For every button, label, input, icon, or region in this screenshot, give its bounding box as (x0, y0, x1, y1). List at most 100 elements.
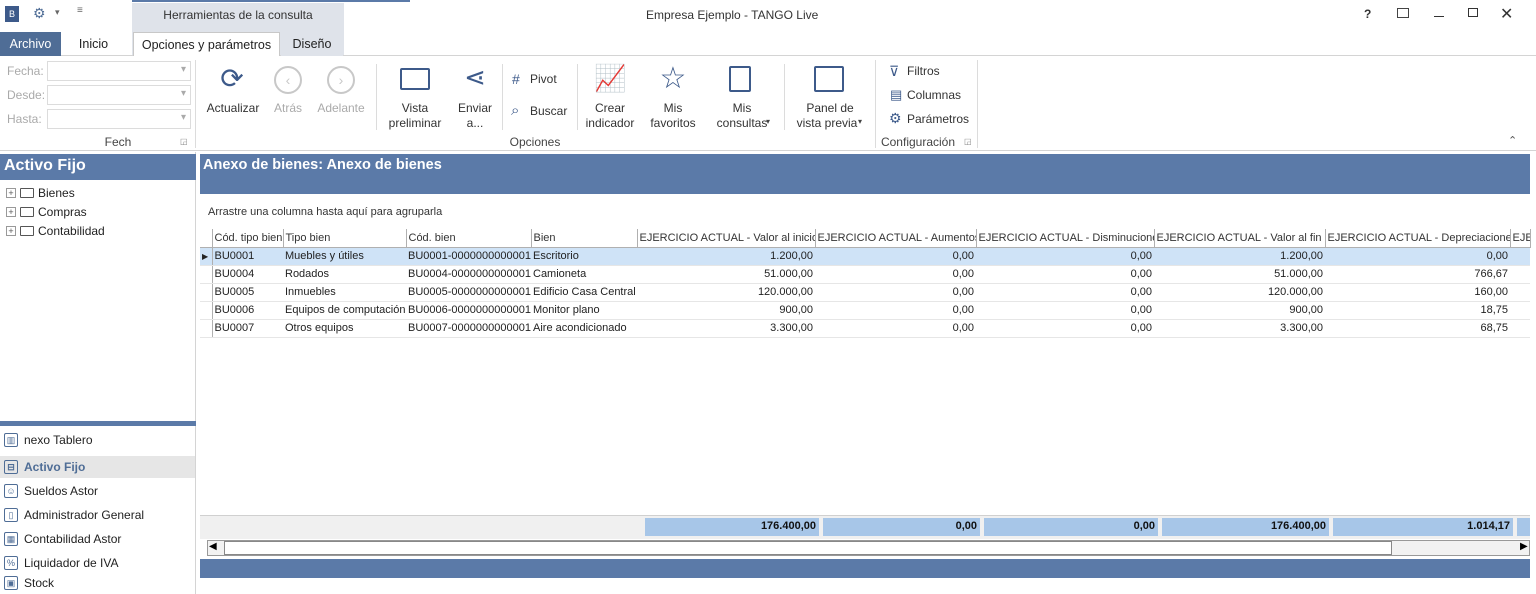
dialog-launcher-icon[interactable]: ◲ (964, 137, 972, 146)
vista-preliminar-line2[interactable]: preliminar (383, 116, 447, 131)
table-cell[interactable]: 120.000,00 (1154, 283, 1325, 302)
table-cell[interactable]: 0,00 (976, 265, 1154, 284)
dropdown-icon[interactable]: ▾ (858, 117, 862, 126)
customize-qat-icon[interactable]: ≡ (77, 5, 83, 16)
table-cell[interactable] (1510, 301, 1530, 320)
table-cell[interactable]: 900,00 (1154, 301, 1325, 320)
table-cell[interactable]: Aire acondicionado (531, 319, 637, 338)
scrollbar-thumb[interactable] (224, 541, 1392, 555)
quick-access-icon[interactable]: ⚙ (33, 5, 46, 22)
table-cell[interactable]: 18,75 (1325, 301, 1510, 320)
table-cell[interactable]: 0,00 (1325, 247, 1510, 266)
desde-combo[interactable] (47, 85, 191, 105)
filtros-button[interactable]: Filtros (907, 64, 940, 78)
expand-icon[interactable]: + (6, 207, 16, 217)
table-cell[interactable]: 3.300,00 (637, 319, 815, 338)
table-cell[interactable] (1510, 265, 1530, 284)
column-header[interactable]: EJERCICIO ACTUAL - Valor al fin (1154, 229, 1326, 248)
scroll-right-icon[interactable]: ▶ (1520, 541, 1528, 552)
minimize-icon[interactable] (1434, 16, 1444, 17)
crear-indicador-line1[interactable]: Crear (585, 101, 635, 116)
adelante-button[interactable]: Adelante (313, 101, 369, 116)
table-cell[interactable]: 0,00 (976, 301, 1154, 320)
vista-preliminar-line1[interactable]: Vista (385, 101, 445, 116)
table-cell[interactable]: BU0004 (212, 265, 283, 284)
table-cell[interactable]: 68,75 (1325, 319, 1510, 338)
dropdown-icon[interactable]: ▾ (55, 7, 60, 18)
enviar-line2[interactable]: a... (455, 116, 495, 131)
nav-item-administrador[interactable]: ▯ Administrador General (4, 504, 194, 526)
mis-consultas-line1[interactable]: Mis (717, 101, 767, 116)
buscar-button[interactable]: Buscar (530, 104, 567, 118)
dropdown-icon[interactable]: ▾ (766, 117, 770, 126)
table-cell[interactable]: Muebles y útiles (283, 247, 406, 266)
table-cell[interactable]: Escritorio (531, 247, 637, 266)
table-cell[interactable]: Rodados (283, 265, 406, 284)
table-cell[interactable]: Inmuebles (283, 283, 406, 302)
table-cell[interactable]: Edificio Casa Central (531, 283, 637, 302)
table-cell[interactable]: 766,67 (1325, 265, 1510, 284)
maximize-icon[interactable] (1468, 8, 1478, 17)
table-cell[interactable]: BU0006 (212, 301, 283, 320)
tab-diseno[interactable]: Diseño (281, 32, 343, 56)
table-cell[interactable]: 0,00 (976, 319, 1154, 338)
dialog-launcher-icon[interactable]: ◲ (180, 137, 188, 146)
table-cell[interactable]: Otros equipos (283, 319, 406, 338)
table-cell[interactable]: 0,00 (815, 265, 976, 284)
table-cell[interactable]: BU0005-0000000000001 (406, 283, 531, 302)
tree-item-contabilidad[interactable]: + Contabilidad (6, 222, 105, 240)
column-header[interactable]: Tipo bien (283, 229, 407, 248)
restore-ribbon-icon[interactable] (1397, 8, 1409, 18)
collapse-ribbon-icon[interactable]: ⌃ (1508, 134, 1517, 147)
mis-favoritos-line2[interactable]: favoritos (643, 116, 703, 131)
tab-archivo[interactable]: Archivo (0, 32, 61, 56)
column-header[interactable]: Cód. bien (406, 229, 532, 248)
table-cell[interactable]: Monitor plano (531, 301, 637, 320)
tab-inicio[interactable]: Inicio (65, 32, 122, 56)
panel-splitter[interactable] (0, 421, 196, 426)
table-cell[interactable] (1510, 247, 1530, 266)
column-header[interactable]: Bien (531, 229, 638, 248)
table-cell[interactable]: Camioneta (531, 265, 637, 284)
nav-item-contabilidad[interactable]: ▦ Contabilidad Astor (4, 528, 194, 550)
panel-vista-previa-line2[interactable]: vista previa (792, 116, 862, 131)
expand-icon[interactable]: + (6, 226, 16, 236)
table-row[interactable]: BU0006 Equipos de computación BU0006-00000… (200, 301, 1530, 320)
table-cell[interactable]: BU0007-0000000000001 (406, 319, 531, 338)
tree-item-compras[interactable]: + Compras (6, 203, 87, 221)
table-cell[interactable] (1510, 283, 1530, 302)
table-cell[interactable]: 0,00 (815, 283, 976, 302)
table-cell[interactable]: Equipos de computación (283, 301, 406, 320)
table-row[interactable]: BU0005 Inmuebles BU0005-0000000000001 Edifi… (200, 283, 1530, 302)
table-cell[interactable]: BU0001-0000000000001 (406, 247, 531, 266)
column-header[interactable]: EJERCICIO ACTUAL - Depreciaciones (1325, 229, 1511, 248)
nav-item-stock[interactable]: ▣ Stock (4, 572, 194, 594)
mis-favoritos-line1[interactable]: Mis (648, 101, 698, 116)
row-indicator[interactable] (200, 265, 213, 284)
actualizar-button[interactable]: Actualizar (203, 101, 263, 116)
table-cell[interactable]: 160,00 (1325, 283, 1510, 302)
help-button[interactable]: ? (1364, 7, 1371, 21)
nav-item-sueldos[interactable]: ☺ Sueldos Astor (4, 480, 194, 502)
nav-item-nexo-tablero[interactable]: ▥ nexo Tablero (4, 429, 194, 451)
table-cell[interactable]: BU0006-0000000000001 (406, 301, 531, 320)
tree-item-bienes[interactable]: + Bienes (6, 184, 75, 202)
nav-item-activo-fijo[interactable]: ⊟ Activo Fijo (0, 456, 195, 478)
fecha-combo[interactable] (47, 61, 191, 81)
table-cell[interactable]: 51.000,00 (1154, 265, 1325, 284)
app-icon[interactable]: B (5, 6, 19, 22)
table-row[interactable]: BU0004 Rodados BU0004-0000000000001 Camione… (200, 265, 1530, 284)
table-cell[interactable] (1510, 319, 1530, 338)
table-cell[interactable]: 0,00 (815, 319, 976, 338)
column-header[interactable]: Cód. tipo bien (212, 229, 284, 248)
expand-icon[interactable]: + (6, 188, 16, 198)
row-indicator[interactable] (200, 283, 213, 302)
table-cell[interactable]: 3.300,00 (1154, 319, 1325, 338)
column-header[interactable]: EJE (1510, 229, 1531, 248)
nav-item-iva[interactable]: % Liquidador de IVA (4, 552, 194, 574)
table-cell[interactable]: 51.000,00 (637, 265, 815, 284)
close-icon[interactable]: ✕ (1500, 4, 1513, 24)
table-cell[interactable]: 120.000,00 (637, 283, 815, 302)
row-indicator[interactable] (200, 319, 213, 338)
enviar-line1[interactable]: Enviar (455, 101, 495, 116)
